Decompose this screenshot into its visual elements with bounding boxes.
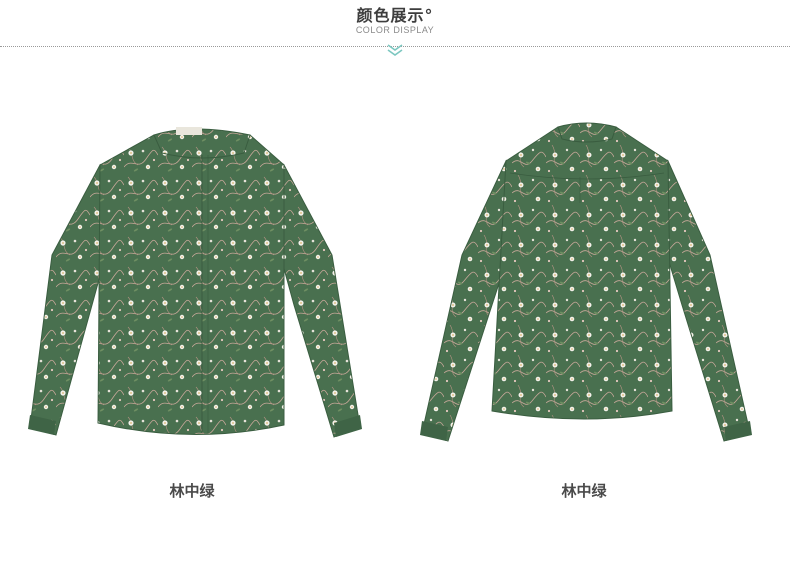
double-chevron-down-icon: [387, 44, 403, 56]
product-image-back: [410, 115, 770, 455]
color-caption-front: 林中绿: [169, 482, 215, 500]
section-subtitle: COLOR DISPLAY: [355, 25, 435, 35]
product-image-front: [22, 115, 382, 455]
color-caption-back: 林中绿: [561, 482, 607, 500]
section-title: 颜色展示°: [356, 6, 434, 25]
section-header: 颜色展示° COLOR DISPLAY: [0, 0, 790, 60]
